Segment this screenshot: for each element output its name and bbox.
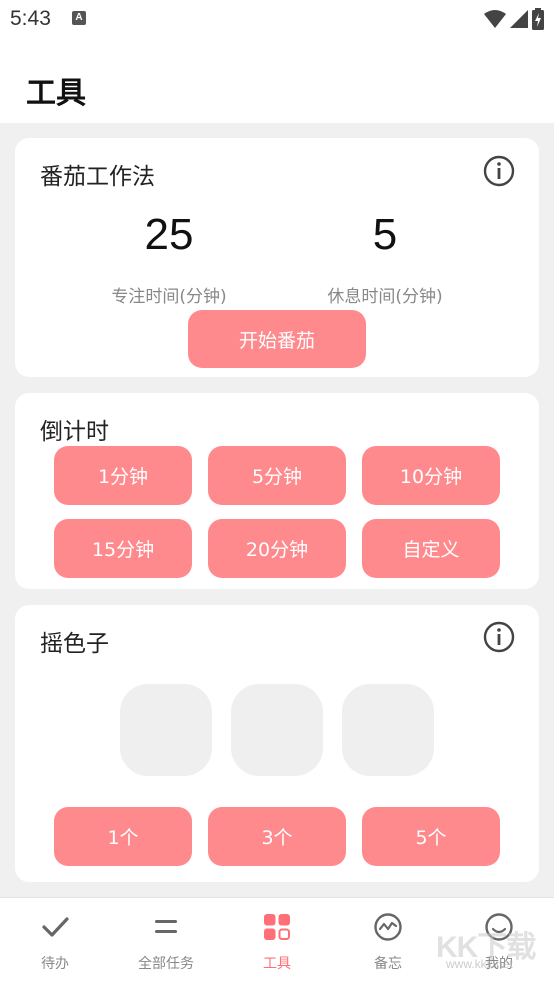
rest-time-value[interactable]: 5 [315,210,455,260]
status-indicators [484,8,544,30]
countdown-15min-button[interactable]: 15分钟 [54,519,192,578]
list-icon [155,920,177,933]
countdown-card: 倒计时 1分钟 5分钟 10分钟 15分钟 20分钟 自定义 [15,393,539,589]
nav-item-todo[interactable]: 待办 [0,898,110,984]
info-icon[interactable] [483,155,515,187]
page-title: 工具 [26,76,86,111]
info-icon[interactable] [483,621,515,653]
grid-icon [264,914,290,940]
nav-label-todo: 待办 [41,956,69,972]
countdown-10min-button[interactable]: 10分钟 [362,446,500,505]
nav-item-tools[interactable]: 工具 [222,898,332,984]
check-icon [42,917,69,937]
status-bar: 5:43 A [0,0,554,40]
dice-title: 摇色子 [40,631,109,657]
status-time: 5:43 [10,7,51,30]
wifi-icon [484,10,506,28]
battery-icon [532,8,544,30]
focus-time-value[interactable]: 25 [99,210,239,260]
countdown-5min-button[interactable]: 5分钟 [208,446,346,505]
pomodoro-card: 番茄工作法 25 专注时间(分钟) 5 休息时间(分钟) 开始番茄 [15,138,539,377]
notification-icon: A [72,11,86,25]
watermark-url: www.kkx.net [446,957,513,971]
countdown-1min-button[interactable]: 1分钟 [54,446,192,505]
focus-time-label: 专注时间(分钟) [111,287,227,307]
dice-5-button[interactable]: 5个 [362,807,500,866]
nav-item-all-tasks[interactable]: 全部任务 [111,898,221,984]
countdown-custom-button[interactable]: 自定义 [362,519,500,578]
dice-card: 摇色子 1个 3个 5个 [15,605,539,882]
pomodoro-title: 番茄工作法 [40,164,155,190]
nav-label-all-tasks: 全部任务 [138,956,194,972]
die-face [120,684,212,776]
dice-3-button[interactable]: 3个 [208,807,346,866]
countdown-title: 倒计时 [40,419,109,445]
nav-item-memo[interactable]: 备忘 [333,898,443,984]
countdown-20min-button[interactable]: 20分钟 [208,519,346,578]
signal-icon [510,10,528,28]
start-pomodoro-button[interactable]: 开始番茄 [188,310,366,368]
nav-label-memo: 备忘 [374,956,402,972]
nav-label-tools: 工具 [263,956,291,972]
app-bar: 工具 [0,40,554,123]
die-face [342,684,434,776]
rest-time-label: 休息时间(分钟) [327,287,443,307]
pulse-circle-icon [374,913,402,941]
die-face [231,684,323,776]
dice-1-button[interactable]: 1个 [54,807,192,866]
